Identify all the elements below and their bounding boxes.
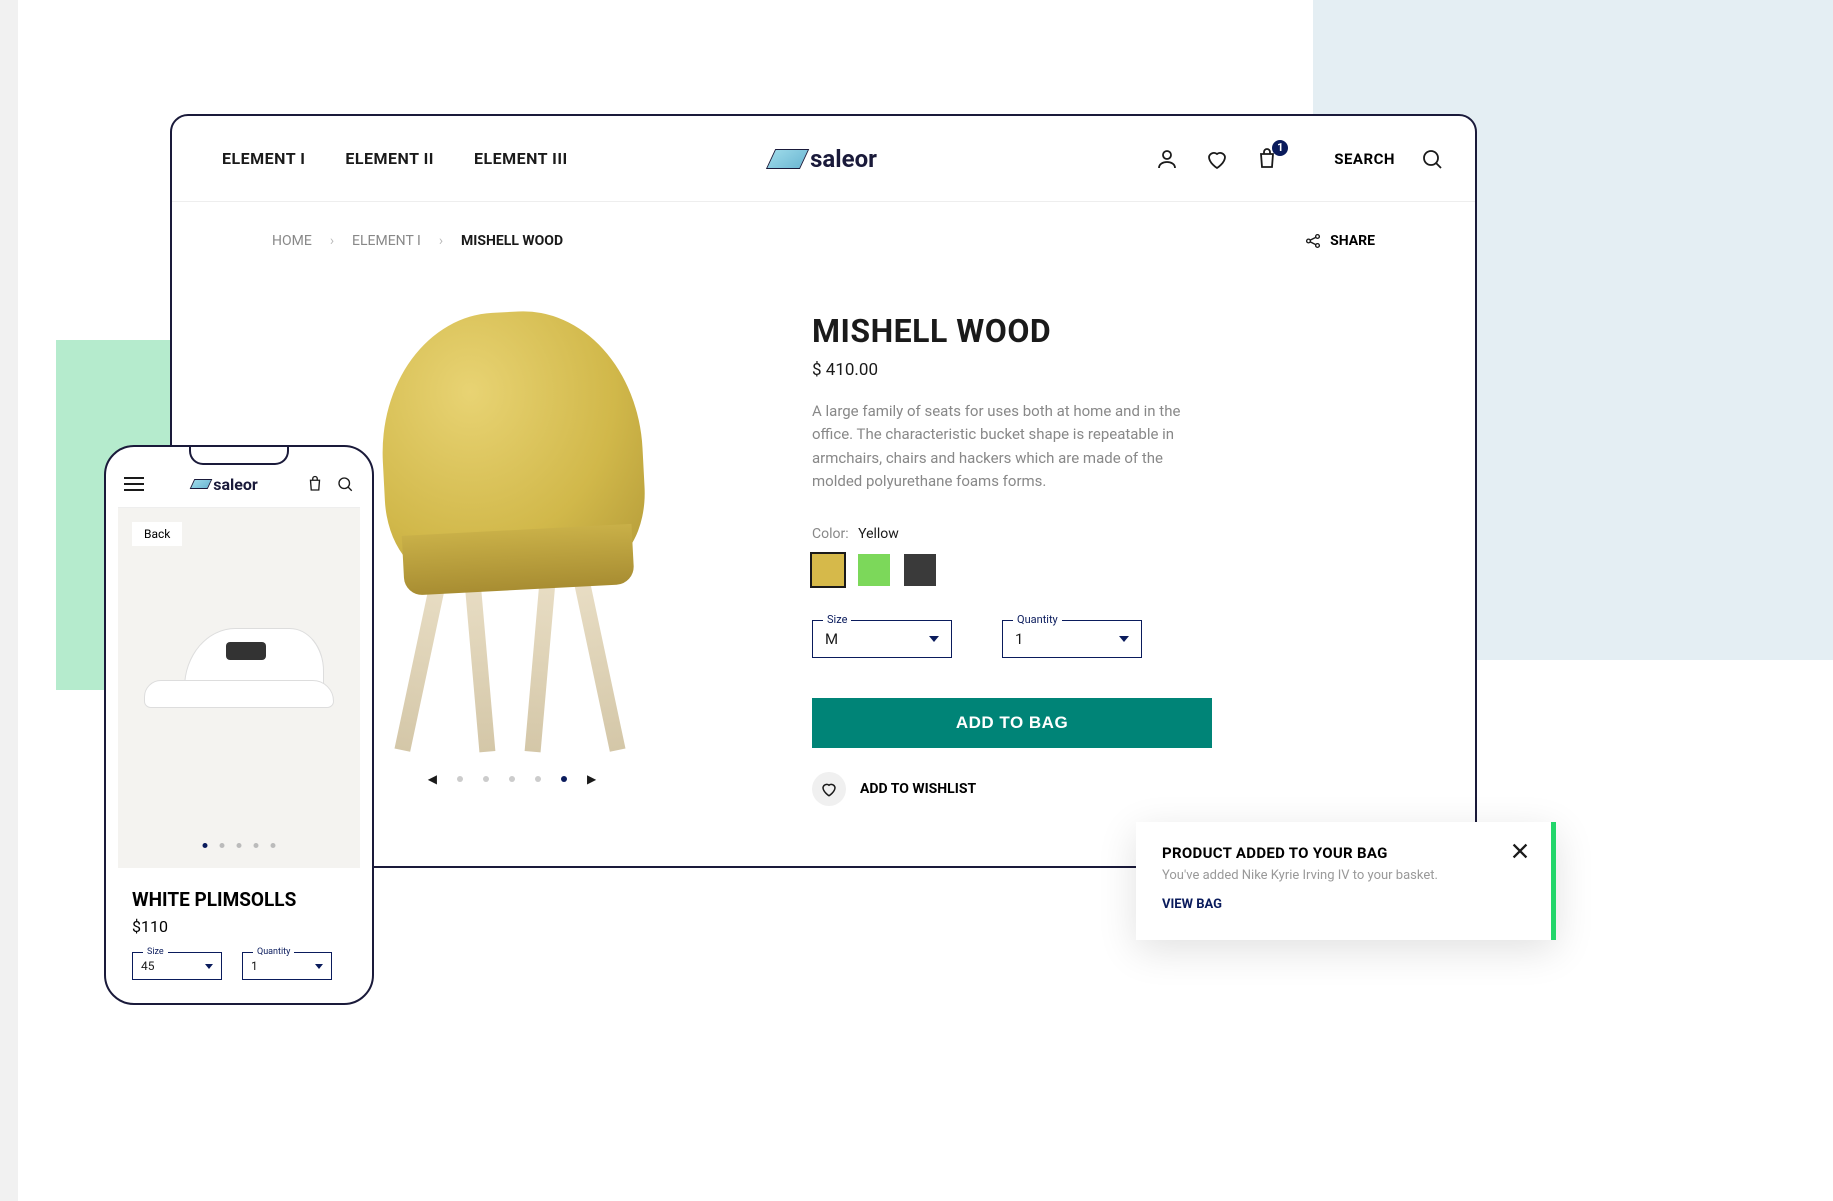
mobile-frame: saleor Back WHITE PLIMSOLLS $110 Size 45 (104, 445, 374, 1005)
product-title: MISHELL WOOD (812, 312, 1375, 350)
mobile-logo[interactable]: saleor (192, 475, 258, 494)
toast-notification: PRODUCT ADDED TO YOUR BAG You've added N… (1136, 822, 1556, 940)
selects-row: Size M Quantity 1 (812, 620, 1375, 658)
mobile-selects: Size 45 Quantity 1 (132, 952, 346, 980)
logo-mark-icon (765, 149, 808, 169)
back-button[interactable]: Back (132, 522, 182, 546)
quantity-label: Quantity (1013, 613, 1062, 626)
mobile-header-icons (306, 475, 354, 493)
gallery-dot[interactable] (457, 776, 463, 782)
mobile-product-info: WHITE PLIMSOLLS $110 Size 45 Quantity 1 (118, 868, 360, 1000)
mobile-quantity-select[interactable]: Quantity 1 (242, 952, 332, 980)
gallery-dot[interactable] (254, 843, 259, 848)
search-icon[interactable] (336, 475, 354, 493)
cart-icon[interactable]: 1 (1254, 146, 1280, 172)
breadcrumb-home[interactable]: HOME (272, 233, 312, 249)
bag-icon[interactable] (306, 475, 324, 493)
mobile-product-title: WHITE PLIMSOLLS (132, 888, 346, 911)
size-label: Size (143, 947, 168, 957)
product-image[interactable] (322, 312, 702, 752)
gallery-pagination: ◀ ▶ (428, 772, 596, 786)
phone-notch (189, 447, 289, 465)
caret-down-icon (1119, 636, 1129, 642)
swatch-yellow[interactable] (812, 554, 844, 586)
caret-down-icon (929, 636, 939, 642)
logo-mark-icon (190, 479, 213, 489)
gallery-dot[interactable] (271, 843, 276, 848)
cart-badge: 1 (1272, 140, 1288, 156)
breadcrumb: HOME › ELEMENT I › MISHELL WOOD (272, 233, 563, 249)
color-swatches (812, 554, 1375, 586)
quantity-value: 1 (1015, 630, 1023, 648)
size-value: 45 (141, 959, 155, 973)
product-info: MISHELL WOOD $ 410.00 A large family of … (812, 232, 1375, 806)
search-icon[interactable] (1419, 146, 1445, 172)
breadcrumb-row: HOME › ELEMENT I › MISHELL WOOD SHARE (272, 232, 1375, 250)
share-button[interactable]: SHARE (1304, 232, 1375, 250)
view-bag-link[interactable]: VIEW BAG (1162, 897, 1222, 912)
wishlist-label: ADD TO WISHLIST (860, 781, 976, 797)
decorative-stripe (0, 0, 18, 1201)
nav-item-element-3[interactable]: ELEMENT III (474, 149, 568, 168)
share-label: SHARE (1330, 233, 1375, 249)
chevron-right-icon: › (439, 233, 443, 249)
chair-illustration (322, 312, 702, 752)
header-actions: 1 SEARCH (1154, 146, 1445, 172)
gallery-dot[interactable] (483, 776, 489, 782)
chevron-right-icon: › (330, 233, 334, 249)
breadcrumb-current: MISHELL WOOD (461, 233, 563, 249)
gallery-dot[interactable] (220, 843, 225, 848)
main-nav: ELEMENT I ELEMENT II ELEMENT III (222, 149, 568, 168)
size-select[interactable]: Size M (812, 620, 952, 658)
product-description: A large family of seats for uses both at… (812, 400, 1212, 493)
share-icon (1304, 232, 1322, 250)
gallery-dot[interactable] (509, 776, 515, 782)
menu-icon[interactable] (124, 473, 144, 495)
gallery-dot-active[interactable] (561, 776, 567, 782)
size-label: Size (823, 613, 851, 626)
swatch-black[interactable] (904, 554, 936, 586)
logo[interactable]: saleor (770, 145, 877, 173)
mobile-header: saleor (118, 459, 360, 508)
close-icon[interactable] (1509, 840, 1531, 862)
mobile-gallery: Back (118, 508, 360, 868)
search-label[interactable]: SEARCH (1334, 150, 1395, 168)
gallery-next-icon[interactable]: ▶ (587, 772, 596, 786)
logo-text: saleor (810, 145, 877, 173)
gallery-dot[interactable] (237, 843, 242, 848)
wishlist-icon[interactable] (1204, 146, 1230, 172)
color-option: Color: Yellow (812, 523, 1375, 586)
gallery-prev-icon[interactable]: ◀ (428, 772, 437, 786)
mobile-product-image[interactable] (144, 618, 334, 708)
header: ELEMENT I ELEMENT II ELEMENT III saleor … (172, 116, 1475, 202)
nav-item-element-1[interactable]: ELEMENT I (222, 149, 305, 168)
quantity-label: Quantity (253, 947, 294, 957)
account-icon[interactable] (1154, 146, 1180, 172)
mobile-size-select[interactable]: Size 45 (132, 952, 222, 980)
toast-message: You've added Nike Kyrie Irving IV to you… (1162, 868, 1525, 883)
quantity-select[interactable]: Quantity 1 (1002, 620, 1142, 658)
quantity-value: 1 (251, 959, 258, 973)
add-to-wishlist-button[interactable]: ADD TO WISHLIST (812, 772, 1375, 806)
swatch-green[interactable] (858, 554, 890, 586)
product-price: $ 410.00 (812, 360, 1375, 380)
mobile-gallery-pagination (203, 843, 276, 848)
toast-title: PRODUCT ADDED TO YOUR BAG (1162, 844, 1525, 862)
nav-item-element-2[interactable]: ELEMENT II (345, 149, 434, 168)
size-value: M (825, 630, 838, 648)
heart-icon (812, 772, 846, 806)
color-label: Color: Yellow (812, 526, 899, 542)
mobile-product-price: $110 (132, 917, 346, 936)
gallery-dot[interactable] (535, 776, 541, 782)
add-to-bag-button[interactable]: ADD TO BAG (812, 698, 1212, 748)
breadcrumb-category[interactable]: ELEMENT I (352, 233, 421, 249)
color-value: Yellow (858, 526, 899, 542)
gallery-dot-active[interactable] (203, 843, 208, 848)
caret-down-icon (315, 964, 323, 969)
caret-down-icon (205, 964, 213, 969)
